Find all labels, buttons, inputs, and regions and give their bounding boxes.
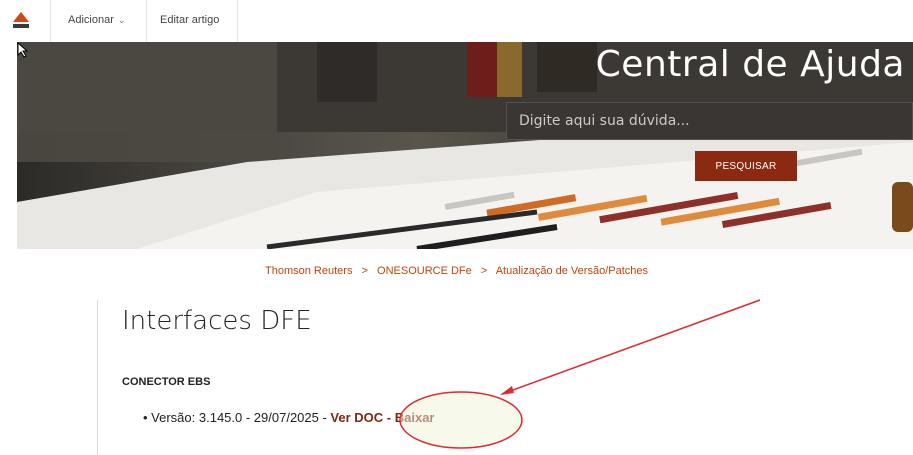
dash-separator: - bbox=[383, 410, 395, 425]
list-item: • Versão: 3.145.0 - 29/07/2025 - Ver DOC… bbox=[143, 410, 434, 425]
page-title: Interfaces DFE bbox=[122, 306, 312, 336]
divider bbox=[237, 0, 238, 42]
annotation-arrow bbox=[501, 299, 761, 395]
breadcrumb-item[interactable]: Atualização de Versão/Patches bbox=[496, 265, 648, 277]
search-input[interactable] bbox=[506, 102, 913, 140]
bullet-dot: • bbox=[143, 410, 152, 425]
breadcrumb-item[interactable]: ONESOURCE DFe bbox=[377, 265, 472, 277]
section-heading: CONECTOR EBS bbox=[122, 376, 211, 388]
mouse-cursor-icon bbox=[17, 42, 29, 58]
version-text: Versão: 3.145.0 - 29/07/2025 - bbox=[151, 410, 331, 425]
view-doc-link[interactable]: Ver DOC bbox=[330, 410, 383, 425]
hero-banner: Central de Ajuda PESQUISAR bbox=[17, 42, 913, 249]
arrow-head-icon bbox=[500, 386, 514, 395]
download-link[interactable]: Baixar bbox=[395, 410, 435, 425]
hero-title: Central de Ajuda bbox=[595, 44, 905, 85]
brand-logo-icon[interactable] bbox=[10, 10, 32, 32]
content-divider bbox=[97, 300, 98, 455]
divider bbox=[50, 0, 51, 42]
chevron-down-icon: ⌄ bbox=[117, 14, 126, 25]
add-menu-label: Adicionar bbox=[68, 14, 114, 26]
add-menu[interactable]: Adicionar ⌄ bbox=[68, 14, 125, 26]
breadcrumb: Thomson Reuters > ONESOURCE DFe > Atuali… bbox=[0, 265, 913, 277]
search-button[interactable]: PESQUISAR bbox=[695, 151, 797, 181]
top-navbar: Adicionar ⌄ Editar artigo bbox=[0, 0, 913, 42]
divider bbox=[146, 0, 147, 42]
breadcrumb-item[interactable]: Thomson Reuters bbox=[265, 265, 352, 277]
edit-article-button[interactable]: Editar artigo bbox=[160, 14, 219, 26]
edit-article-label: Editar artigo bbox=[160, 14, 220, 26]
breadcrumb-separator: > bbox=[361, 265, 368, 277]
breadcrumb-separator: > bbox=[480, 265, 488, 277]
